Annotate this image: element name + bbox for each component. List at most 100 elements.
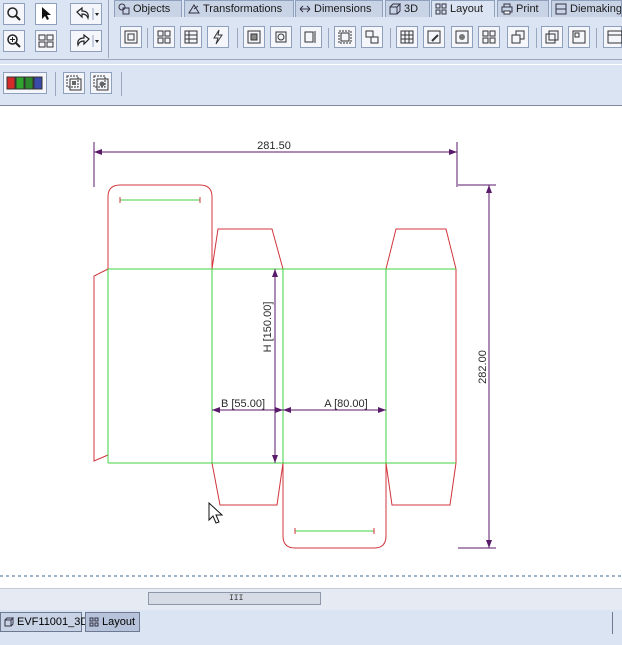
layout-pick-button[interactable] <box>451 26 473 48</box>
zoom-icon <box>7 7 21 21</box>
height-dimension: H [150.00] <box>262 269 278 463</box>
toolbar-divider <box>0 59 622 60</box>
doc-tab-3d[interactable]: EVF11001_3D <box>0 612 88 632</box>
layout-edit-button[interactable] <box>423 26 445 48</box>
nest-icon <box>247 30 261 44</box>
zoom-in-button[interactable] <box>3 30 25 52</box>
width-label: A [80.00] <box>324 398 367 410</box>
transformations-icon <box>188 4 200 14</box>
toolbar-area: Objects Transformations Dimensions 3D La… <box>0 0 622 106</box>
layout-grid-button[interactable] <box>153 26 175 48</box>
layout-rotate-button[interactable] <box>270 26 292 48</box>
objects-icon <box>118 3 130 15</box>
undo-icon <box>76 6 99 21</box>
layout-align-button[interactable] <box>300 26 322 48</box>
pick-icon <box>455 30 469 44</box>
layout-auto-button[interactable] <box>207 26 229 48</box>
grid-button[interactable] <box>35 30 57 52</box>
grid-icon <box>38 34 54 48</box>
layout-more-button[interactable] <box>603 26 622 48</box>
color-swatches-icon <box>6 76 43 90</box>
overall-width-dimension: 281.50 <box>93 140 458 187</box>
layout-single-button[interactable] <box>120 26 142 48</box>
ribbon-separator <box>147 28 148 48</box>
height-label: H [150.00] <box>262 302 274 353</box>
zoom-button[interactable] <box>3 3 25 25</box>
tab-layout[interactable]: Layout <box>431 0 495 17</box>
layout-step-button[interactable] <box>361 26 383 48</box>
doc-tab-label: Layout <box>102 616 136 628</box>
doc-tab-layout[interactable]: Layout <box>85 612 140 632</box>
tab-label: 3D <box>404 3 419 15</box>
tab-objects[interactable]: Objects <box>114 0 182 17</box>
pattern-icon <box>184 30 198 44</box>
tab-label: Transformations <box>203 3 283 15</box>
scrollbar-grip: III <box>229 594 244 603</box>
repeat-icon <box>482 30 496 44</box>
drawing-canvas[interactable]: 281.50 282.00 H [150.00] B [55.00] A [80… <box>0 106 622 589</box>
align-icon <box>304 31 316 43</box>
select-pointer-button[interactable] <box>35 3 57 25</box>
rotate-layout-icon <box>275 31 287 43</box>
layout-pattern-button[interactable] <box>180 26 202 48</box>
redo-icon <box>77 33 99 48</box>
overall-height-dimension: 282.00 <box>458 184 496 549</box>
redo-button[interactable] <box>70 30 102 52</box>
ribbon-separator <box>596 28 597 48</box>
layout-nest-button[interactable] <box>243 26 265 48</box>
tab-dimensions[interactable]: Dimensions <box>295 0 383 17</box>
layer-settings-icon <box>66 75 82 91</box>
tab-diemaking[interactable]: Diemaking <box>551 0 622 17</box>
layout-copy-button[interactable] <box>541 26 563 48</box>
toolbar-divider-light <box>0 64 622 65</box>
layer-view-icon <box>93 75 109 91</box>
undo-button[interactable] <box>70 3 102 25</box>
overall-height-label: 282.00 <box>477 350 489 384</box>
edit-layout-icon <box>427 30 441 44</box>
pointer-icon <box>42 7 51 20</box>
toolbar-separator <box>55 72 56 96</box>
tab-3d[interactable]: 3D <box>385 0 430 17</box>
frame-icon <box>338 30 352 44</box>
horizontal-scrollbar[interactable]: III <box>0 588 622 611</box>
status-separator <box>612 612 613 634</box>
layout-sheet-button[interactable] <box>396 26 418 48</box>
layout-group-button[interactable] <box>568 26 590 48</box>
more-icon <box>607 30 622 44</box>
layout-frame-button[interactable] <box>334 26 356 48</box>
lightning-icon <box>213 29 223 45</box>
ribbon-separator <box>390 28 391 48</box>
layer-settings-button[interactable] <box>63 72 85 94</box>
color-palette-button[interactable] <box>3 72 47 94</box>
ribbon-separator <box>536 28 537 48</box>
tab-label: Dimensions <box>314 3 372 15</box>
layout-export-button[interactable] <box>507 26 529 48</box>
ribbon-tabs: Objects Transformations Dimensions 3D La… <box>112 0 622 18</box>
scrollbar-thumb[interactable]: III <box>148 592 321 605</box>
tab-print[interactable]: Print <box>497 0 549 17</box>
single-box-icon <box>124 30 138 44</box>
3d-icon <box>389 3 401 15</box>
mouse-cursor-icon <box>208 501 224 524</box>
step-icon <box>365 30 379 44</box>
document-tabs: EVF11001_3D Layout <box>0 610 622 645</box>
ribbon-separator <box>237 28 238 48</box>
depth-label: B [55.00] <box>221 398 265 410</box>
dimensions-icon <box>299 5 311 13</box>
crease-lines <box>107 199 456 532</box>
tab-label: Layout <box>450 3 484 15</box>
copy-icon <box>545 30 559 44</box>
zoom-in-icon <box>7 34 21 48</box>
tuck-slits <box>119 197 375 534</box>
tab-transformations[interactable]: Transformations <box>184 0 294 17</box>
grid-layout-icon <box>157 30 171 44</box>
layout-icon <box>89 617 99 627</box>
sheet-icon <box>400 30 414 44</box>
tab-label: Print <box>516 3 539 15</box>
tab-label: Diemaking <box>570 3 622 15</box>
layer-view-button[interactable] <box>90 72 112 94</box>
print-icon <box>501 3 513 15</box>
doc-tab-label: EVF11001_3D <box>17 616 89 628</box>
layout-repeat-button[interactable] <box>478 26 500 48</box>
3d-document-icon <box>4 617 14 627</box>
